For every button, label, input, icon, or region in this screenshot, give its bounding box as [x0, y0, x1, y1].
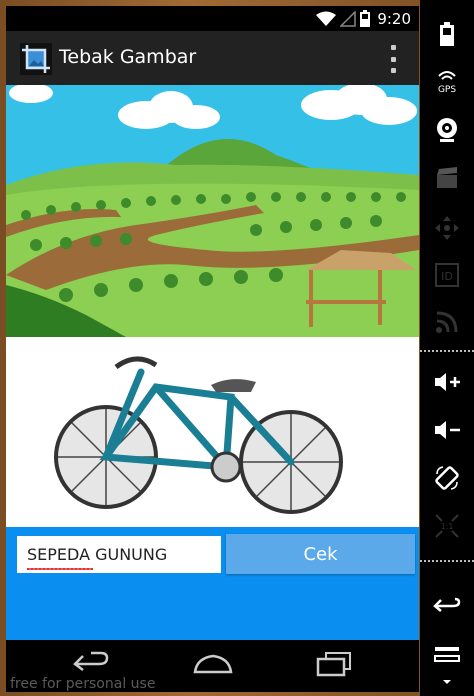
farm-landscape-image	[6, 85, 419, 337]
action-bar: Tebak Gambar	[6, 31, 419, 85]
svg-text:ID: ID	[441, 270, 453, 283]
volume-down-icon[interactable]	[427, 410, 467, 450]
menu-icon[interactable]	[427, 634, 467, 674]
svg-text:GPS: GPS	[438, 85, 456, 94]
scale-icon: 1:1	[427, 506, 467, 546]
battery-icon[interactable]	[427, 14, 467, 54]
home-icon[interactable]	[191, 650, 235, 676]
check-button[interactable]: Cek	[226, 534, 415, 574]
emulator-side-panel: GPS ID 1:1	[420, 0, 474, 696]
side-separator	[420, 350, 474, 352]
rotate-icon[interactable]	[427, 458, 467, 498]
dpad-icon	[427, 208, 467, 248]
bicycle-image	[6, 337, 419, 527]
answer-panel: Cek	[6, 527, 419, 640]
battery-icon	[360, 10, 371, 27]
chevron-down-icon[interactable]	[427, 670, 467, 694]
signal-icon	[340, 10, 357, 27]
camera-icon[interactable]	[427, 110, 467, 150]
overflow-menu-icon[interactable]	[387, 45, 399, 73]
wifi-icon	[316, 11, 337, 26]
app-title: Tebak Gambar	[59, 46, 197, 68]
clapper-icon	[427, 158, 467, 198]
svg-text:1:1: 1:1	[441, 522, 454, 531]
rss-icon	[427, 302, 467, 342]
navigation-bar: free for personal use	[6, 640, 419, 692]
volume-up-icon[interactable]	[427, 362, 467, 402]
status-icons: 9:20	[316, 9, 411, 28]
back-icon[interactable]	[71, 650, 111, 676]
recents-icon[interactable]	[314, 650, 354, 678]
nav-back-icon[interactable]	[427, 586, 467, 626]
status-time: 9:20	[377, 9, 411, 28]
device-screen: 9:20 Tebak Gambar SEPEDA GUNUNG Cek free…	[6, 6, 419, 692]
status-bar: 9:20	[6, 6, 419, 31]
watermark-text: free for personal use	[10, 676, 156, 692]
crop-app-icon[interactable]	[20, 43, 52, 75]
gps-icon[interactable]: GPS	[427, 62, 467, 102]
id-icon: ID	[427, 255, 467, 295]
spellcheck-underline	[27, 568, 93, 570]
side-separator	[420, 560, 474, 562]
